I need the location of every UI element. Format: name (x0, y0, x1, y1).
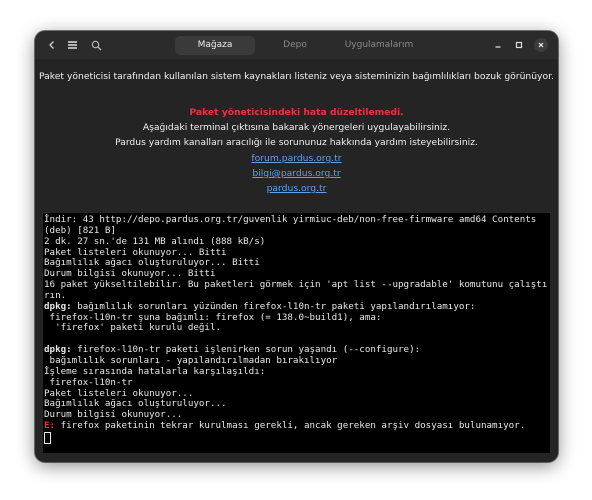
terminal-line: 16 paket yükseltilebilir. Bu paketleri g… (44, 279, 550, 302)
terminal-line-text: firefox-l10n-tr (44, 376, 133, 388)
terminal-cursor (44, 431, 51, 444)
back-icon (49, 41, 54, 49)
terminal-line-text: Bağımlılık ağacı oluşturuluyor... Bitti (44, 257, 260, 269)
link-website[interactable]: pardus.org.tr (35, 183, 558, 194)
menu-button[interactable] (62, 35, 82, 55)
search-button[interactable] (86, 35, 106, 55)
tab-uygulamalarim[interactable]: Uygulamalarım (335, 36, 423, 55)
error-title: Paket yöneticisindeki hata düzeltilemedi… (189, 107, 404, 118)
app-window: Mağaza Depo Uygulamalarım Paket yönetici… (35, 31, 558, 462)
back-button[interactable] (42, 35, 62, 55)
dpkg-prefix: dpkg: (44, 344, 72, 356)
terminal-line-text: firefox-l10n-tr paketi işlenirken sorun … (71, 344, 421, 356)
terminal-line-text: bağımlılık sorunları yüzünden firefox-l1… (71, 300, 476, 312)
tab-magaza[interactable]: Mağaza (175, 36, 255, 55)
terminal-line-text: 16 paket yükseltilebilir. Bu paketleri g… (44, 279, 548, 301)
terminal-line-text: 'firefox' paketi kurulu değil. (44, 322, 222, 334)
maximize-button[interactable] (512, 38, 526, 52)
terminal-line: İndir: 43 http://depo.pardus.org.tr/guve… (44, 214, 550, 237)
terminal-line-text: firefox-l10n-tr şuna bağımlı: firefox (=… (44, 311, 382, 323)
terminal-line-text: Paket listeleri okunuyor... (44, 387, 194, 399)
terminal-line-text: İşleme sırasında hatalarla karşılaşıldı: (44, 365, 266, 377)
close-icon (538, 42, 544, 48)
minimize-icon (495, 46, 501, 48)
dpkg-prefix: dpkg: (44, 300, 72, 312)
minimize-button[interactable] (491, 38, 505, 52)
terminal-line-text: Paket listeleri okunuyor... Bitti (44, 246, 227, 258)
terminal-line-text: bağımlılık sorunları - yapılandırılmadan… (44, 354, 338, 366)
prompt-line (44, 431, 550, 446)
terminal-line-text: 2 dk. 27 sn.'de 131 MB alındı (888 kB/s) (44, 235, 266, 247)
instruction-line-1: Aşağıdaki terminal çıktısına bakarak yön… (142, 122, 451, 133)
terminal-line-text: firefox paketinin tekrar kurulması gerek… (55, 420, 526, 432)
tab-depo[interactable]: Depo (265, 36, 325, 55)
terminal-line: E: firefox paketinin tekrar kurulması ge… (44, 420, 550, 432)
header-bar: Mağaza Depo Uygulamalarım (35, 31, 558, 59)
terminal-line-text: Durum bilgisi okunuyor... (44, 409, 183, 421)
maximize-icon (515, 41, 523, 49)
terminal-line-text: Durum bilgisi okunuyor... Bitti (44, 268, 216, 280)
summary-text: Paket yöneticisi tarafından kullanılan s… (39, 71, 554, 82)
terminal-line-text: Bağımlılık ağacı oluşturuluyor... (44, 398, 227, 410)
instruction-line-2: Pardus yardım kanalları aracılığı ile so… (115, 137, 478, 148)
terminal-line-text: İndir: 43 http://depo.pardus.org.tr/guve… (44, 214, 542, 236)
terminal-text: İndir: 43 http://depo.pardus.org.tr/guve… (43, 213, 550, 446)
error-prefix: E: (44, 420, 56, 432)
terminal-output[interactable]: İndir: 43 http://depo.pardus.org.tr/guve… (43, 213, 550, 453)
link-forum[interactable]: forum.pardus.org.tr (35, 153, 558, 164)
menu-icon (67, 41, 77, 49)
close-button[interactable] (534, 38, 548, 52)
search-icon (91, 40, 101, 50)
terminal-line: 'firefox' paketi kurulu değil. (44, 323, 550, 334)
link-email[interactable]: bilgi@pardus.org.tr (35, 168, 558, 179)
